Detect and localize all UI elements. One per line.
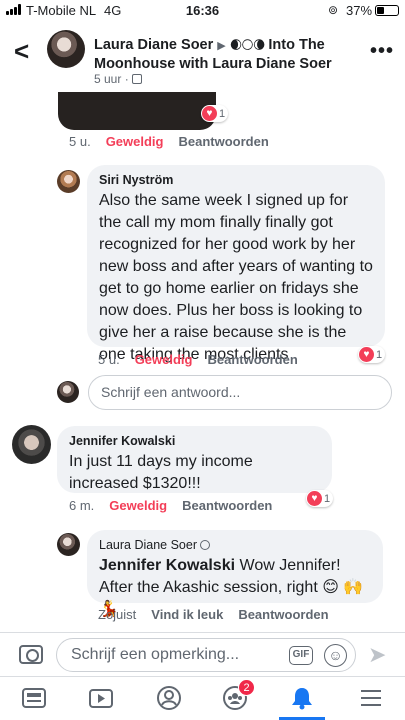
love-button[interactable]: Geweldig: [106, 134, 164, 149]
title-moons: 🌒🌕🌘: [229, 38, 266, 52]
comment-time: 5 u.: [69, 134, 91, 149]
commenter-name[interactable]: Jennifer Kowalski: [69, 434, 320, 448]
title-person[interactable]: Laura Diane Soer: [94, 37, 213, 53]
commenter-avatar[interactable]: [57, 170, 80, 193]
reply-button[interactable]: Beantwoorden: [238, 607, 328, 622]
comment-actions: 5 u. Geweldig Beantwoorden: [98, 352, 298, 367]
author-avatar[interactable]: [47, 30, 85, 68]
more-icon[interactable]: •••: [370, 40, 394, 63]
reaction-count: 1: [324, 492, 331, 505]
emoji-icon[interactable]: ☺: [324, 644, 347, 667]
my-avatar: [57, 381, 79, 403]
bell-icon: [292, 688, 312, 710]
reaction-count: 1: [219, 107, 226, 120]
love-button[interactable]: Geweldig: [135, 352, 193, 367]
separator: ·: [124, 72, 129, 86]
reply-button[interactable]: Beantwoorden: [207, 352, 297, 367]
menu-icon: [361, 690, 381, 706]
post-subtitle: 5 uur ·: [94, 72, 143, 86]
audience-icon: [132, 74, 143, 84]
mention-tag[interactable]: Jennifer Kowalski: [99, 557, 235, 574]
tab-notifications[interactable]: [279, 685, 325, 720]
love-button[interactable]: Geweldig: [109, 498, 167, 513]
send-icon[interactable]: ➤: [368, 642, 386, 668]
back-icon[interactable]: <: [14, 36, 29, 67]
commenter-name[interactable]: Laura Diane Soer: [99, 538, 197, 552]
comment-time: 6 m.: [69, 498, 95, 513]
admin-badge-icon: [199, 540, 210, 550]
love-reaction-icon: ♥: [202, 106, 217, 121]
post-title[interactable]: Laura Diane Soer ▶ 🌒🌕🌘 Into The Moonhous…: [94, 36, 356, 73]
status-bar: T-Mobile NL 4G 16:36 ⊚ 37%: [0, 0, 405, 22]
reaction-badge[interactable]: ♥ 1: [358, 346, 386, 363]
comment-time: 5 u.: [98, 352, 120, 367]
comment-image[interactable]: [58, 92, 216, 130]
commenter-name[interactable]: Siri Nyström: [99, 173, 373, 187]
comment-bubble[interactable]: Laura Diane Soer Jennifer Kowalski Wow J…: [87, 530, 383, 618]
reply-input[interactable]: Schrijf een antwoord...: [88, 375, 392, 410]
title-arrow-icon: ▶: [217, 40, 226, 52]
post-header: < Laura Diane Soer ▶ 🌒🌕🌘 Into The Moonho…: [0, 22, 405, 92]
commenter-name-row: Laura Diane Soer: [99, 538, 371, 552]
battery-fill: [377, 7, 384, 14]
reaction-badge[interactable]: ♥ 1: [201, 105, 229, 122]
comment-actions: Zojuist Vind ik leuk Beantwoorden: [98, 607, 329, 622]
rotation-lock-icon: ⊚: [328, 3, 339, 17]
comment-bubble[interactable]: Siri Nyström Also the same week I signed…: [87, 165, 385, 363]
tab-groups[interactable]: 2: [222, 679, 255, 711]
comment-bubble[interactable]: Jennifer Kowalski In just 11 days my inc…: [57, 426, 332, 493]
reaction-count: 1: [376, 348, 383, 361]
love-reaction-icon: ♥: [307, 491, 322, 506]
like-button[interactable]: Vind ik leuk: [151, 607, 223, 622]
battery-percent: 37%: [346, 3, 373, 18]
gif-icon[interactable]: GIF: [289, 646, 313, 665]
reply-button[interactable]: Beantwoorden: [182, 498, 272, 513]
comment-time: Zojuist: [98, 607, 137, 622]
commenter-avatar[interactable]: [12, 425, 51, 464]
watch-icon: [89, 689, 113, 708]
tab-bar: 2: [0, 676, 405, 720]
tab-watch[interactable]: [88, 685, 114, 711]
comment-composer: Schrijf een opmerking... GIF ☺ ➤: [0, 632, 405, 676]
post-time: 5 uur: [94, 72, 122, 86]
comment-text: Also the same week I signed up for the c…: [99, 192, 373, 363]
tab-menu[interactable]: [358, 685, 384, 711]
profile-icon: [157, 686, 181, 710]
battery-icon: [375, 5, 399, 16]
notification-badge: 2: [238, 679, 255, 696]
comment-actions: 6 m. Geweldig Beantwoorden: [69, 498, 272, 513]
comment-text: In just 11 days my income increased $132…: [69, 453, 253, 492]
clock: 16:36: [185, 3, 220, 18]
comment-actions: 5 u. Geweldig Beantwoorden: [69, 134, 269, 149]
tab-news-feed[interactable]: [21, 685, 47, 711]
news-feed-icon: [22, 688, 46, 708]
reply-button[interactable]: Beantwoorden: [178, 134, 268, 149]
love-reaction-icon: ♥: [359, 347, 374, 362]
reaction-badge[interactable]: ♥ 1: [306, 490, 334, 507]
tab-profile[interactable]: [156, 685, 182, 711]
camera-icon[interactable]: [19, 645, 43, 664]
commenter-avatar[interactable]: [57, 533, 80, 556]
